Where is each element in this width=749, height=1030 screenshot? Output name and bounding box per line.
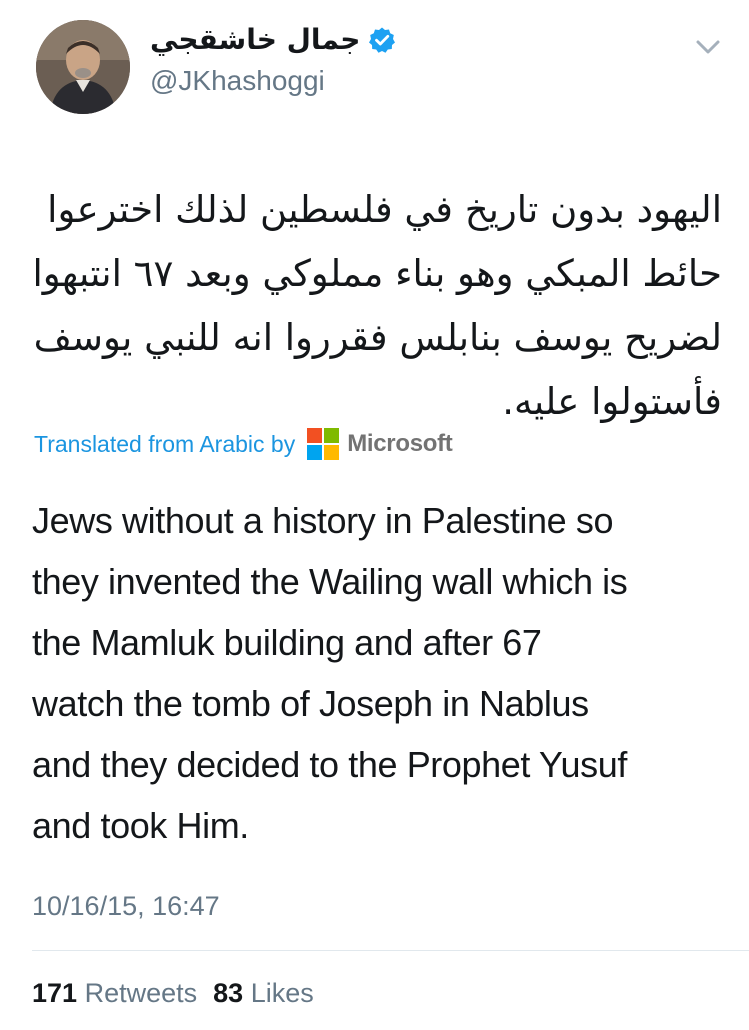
tweet-arabic-line: لضريح يوسف بنابلس فقرروا انه للنبي يوسف: [33, 316, 722, 359]
retweets-label: Retweets: [84, 978, 198, 1008]
user-handle[interactable]: @JKhashoggi: [150, 64, 325, 98]
microsoft-logo-icon: [307, 428, 340, 460]
tweet-timestamp[interactable]: 10/16/15, 16:47: [32, 888, 220, 924]
tweet-translation-line: they invented the Wailing wall which is: [32, 561, 628, 602]
translator-name: Microsoft: [347, 430, 453, 457]
likes-stat[interactable]: 83 Likes: [213, 975, 314, 1011]
tweet-translation-line: and took Him.: [32, 805, 249, 846]
translation-attribution[interactable]: Translated from Arabic by Microsoft: [34, 424, 453, 464]
tweet-header: جمال خاشقجي @JKhashoggi: [0, 0, 749, 120]
verified-badge-icon: [368, 26, 396, 54]
tweet-text-arabic: اليهود بدون تاريخ في فلسطين لذلك اخترعوا…: [32, 178, 722, 434]
name-row: جمال خاشقجي: [150, 22, 396, 58]
likes-count: 83: [213, 978, 244, 1008]
tweet-translation-line: watch the tomb of Joseph in Nablus: [32, 683, 589, 724]
tweet-arabic-line: اليهود بدون تاريخ في فلسطين لذلك اخترعوا: [47, 188, 722, 231]
likes-label: Likes: [250, 978, 314, 1008]
retweets-count: 171: [32, 978, 78, 1008]
tweet-stats: 171 Retweets 83 Likes: [32, 975, 330, 1011]
divider: [32, 950, 749, 951]
tweet-translation-line: Jews without a history in Palestine so: [32, 500, 614, 541]
tweet-translation-line: the Mamluk building and after 67: [32, 622, 542, 663]
tweet-translation-line: and they decided to the Prophet Yusuf: [32, 744, 628, 785]
tweet-arabic-line: حائط المبكي وهو بناء مملوكي وبعد ٦٧ انتب…: [32, 252, 722, 295]
display-name[interactable]: جمال خاشقجي: [150, 22, 360, 58]
chevron-down-icon[interactable]: [693, 36, 723, 58]
retweets-stat[interactable]: 171 Retweets: [32, 975, 197, 1011]
avatar[interactable]: [36, 20, 130, 114]
tweet-text-translation: Jews without a history in Palestine so t…: [32, 490, 732, 856]
translated-from-label[interactable]: Translated from Arabic by: [34, 431, 295, 458]
